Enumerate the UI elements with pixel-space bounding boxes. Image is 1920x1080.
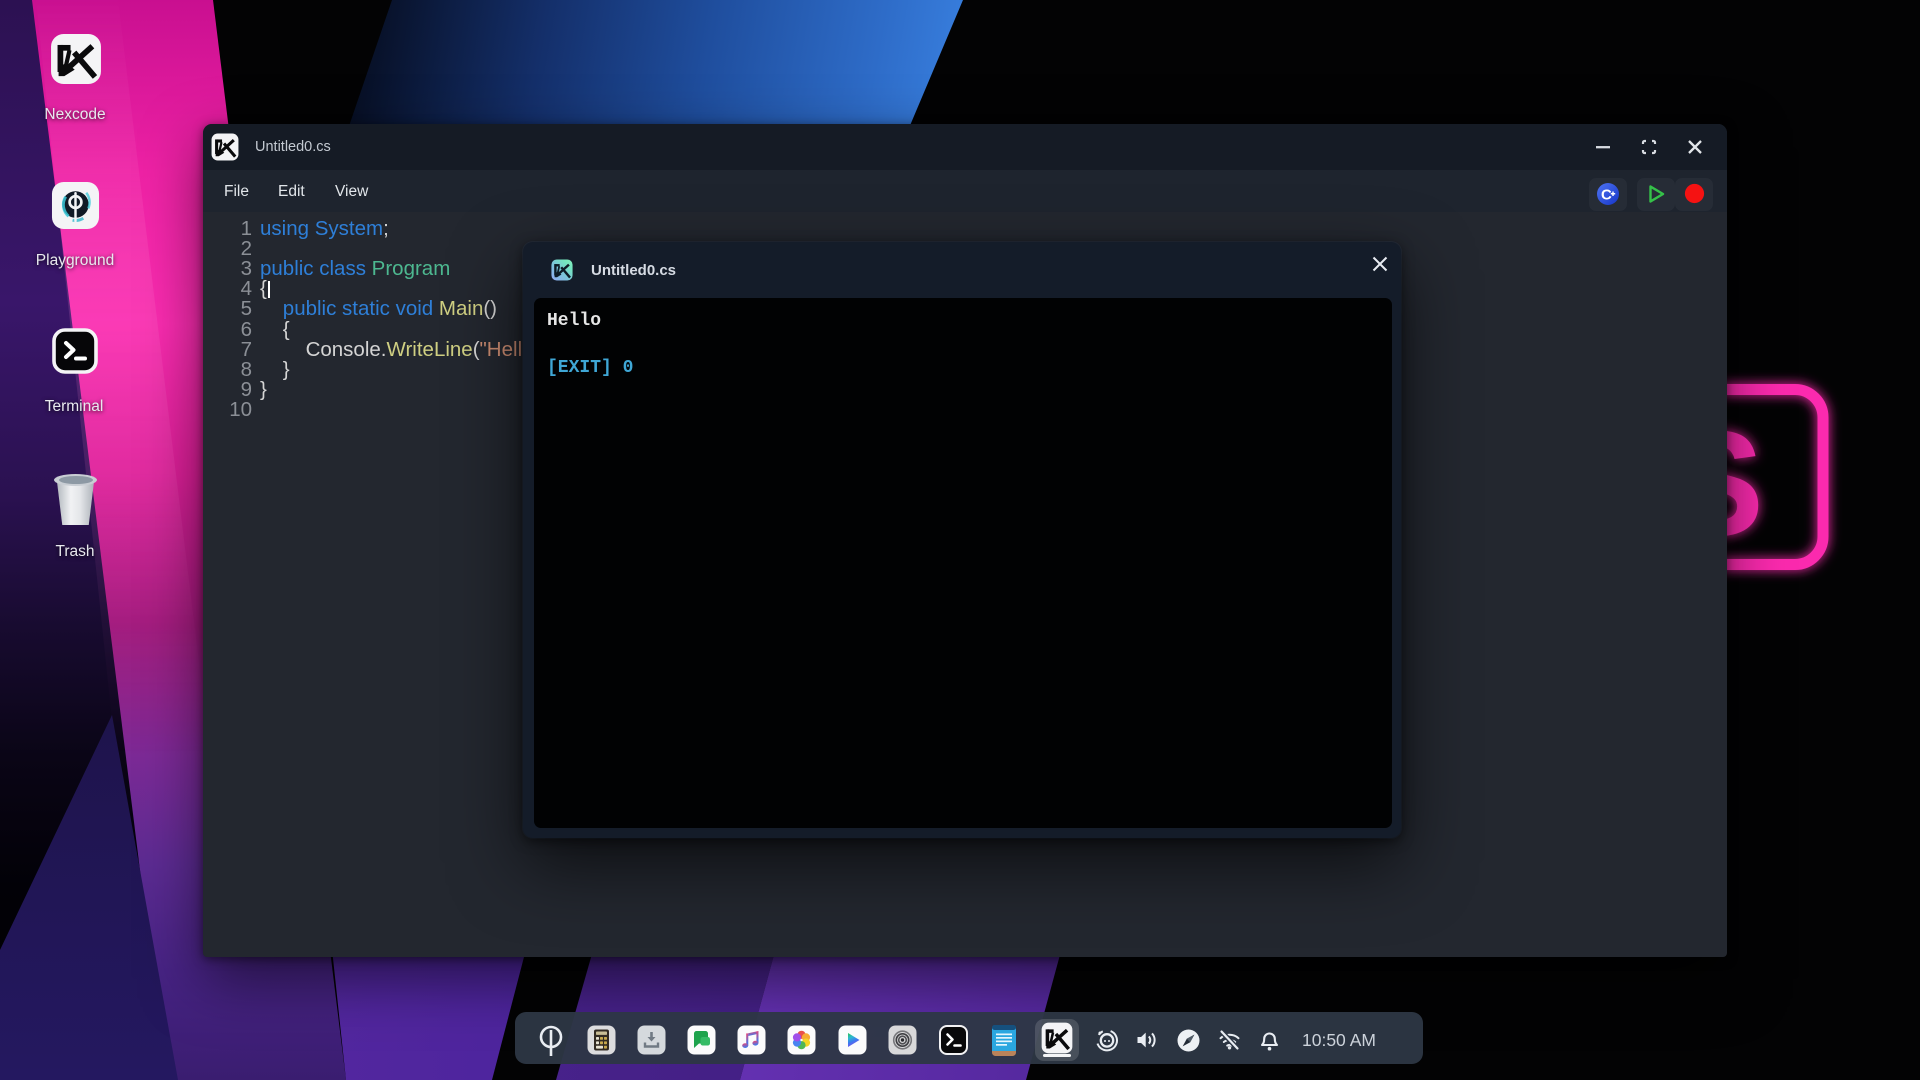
- svg-text:C: C: [1601, 187, 1612, 204]
